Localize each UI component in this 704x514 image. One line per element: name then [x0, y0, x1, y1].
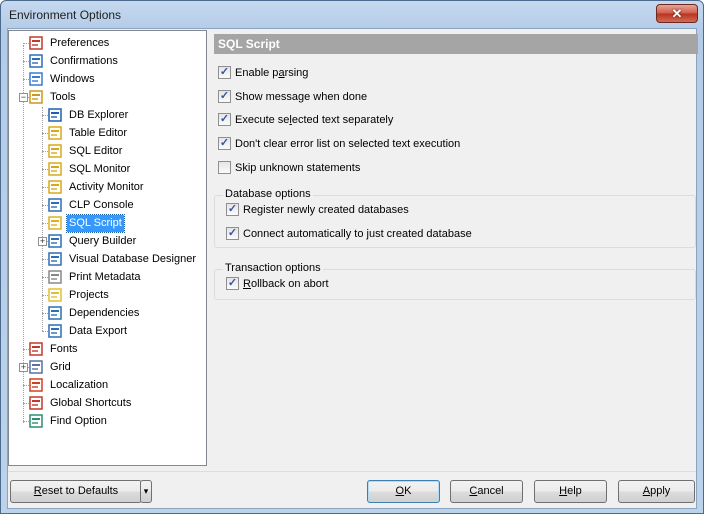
- panel-title: SQL Script: [214, 34, 698, 54]
- option-label: Execute selected text separately: [235, 114, 394, 127]
- option-checkbox[interactable]: ✓: [218, 89, 231, 103]
- database-options-title: Database options: [223, 188, 313, 200]
- help-button[interactable]: Help: [534, 480, 607, 503]
- tree-item-label: DB Explorer: [69, 109, 129, 121]
- preferences-icon: [28, 35, 44, 51]
- confirmations-icon: [28, 53, 44, 69]
- projects-folder-icon: [47, 287, 63, 303]
- option-label: Show message when done: [235, 90, 368, 103]
- option-checkbox[interactable]: ✓: [218, 66, 231, 79]
- query-builder-expand-toggle[interactable]: +: [38, 237, 47, 246]
- database-option-label: Connect automatically to just created da…: [243, 228, 472, 240]
- db-explorer-icon: [47, 107, 63, 123]
- table-editor-icon: [47, 125, 63, 141]
- sql-script-icon: [47, 215, 63, 231]
- rollback-on-abort-label: Rollback on abort: [243, 278, 329, 290]
- activity-monitor-icon: [47, 179, 63, 195]
- tree-item-label: Data Export: [69, 325, 128, 337]
- footer-divider: [8, 471, 696, 472]
- tools-icon: [28, 89, 44, 105]
- close-button[interactable]: ✕: [656, 4, 698, 23]
- environment-options-window: Environment Options ✕ Preferences Confirm…: [0, 0, 704, 514]
- tree-item-label: SQL Editor: [69, 145, 123, 157]
- tree-item-label: Global Shortcuts: [50, 397, 132, 409]
- close-icon: ✕: [671, 6, 683, 21]
- tree-item-label: Visual Database Designer: [69, 253, 196, 265]
- tree-item-label: Tools: [50, 91, 76, 103]
- option-label: Enable parsing: [235, 67, 309, 79]
- data-export-icon: [47, 323, 63, 339]
- option-label: Skip unknown statements: [235, 161, 361, 174]
- window-title: Environment Options: [9, 8, 122, 22]
- grid-expand-toggle[interactable]: +: [19, 363, 28, 372]
- tree-item-label: Find Option: [50, 415, 107, 427]
- tree-item-label: Windows: [50, 73, 95, 85]
- option-label: Don't clear error list on selected text …: [235, 138, 461, 151]
- tree-item-label: Localization: [50, 379, 109, 391]
- tree-item-label: Grid: [50, 361, 71, 373]
- tree-item-label: Activity Monitor: [69, 181, 144, 193]
- database-option-checkbox[interactable]: ✓: [226, 203, 239, 216]
- tree-line: [42, 107, 43, 331]
- localization-icon: [28, 377, 44, 393]
- tree-item-label: Fonts: [50, 343, 78, 355]
- grid-icon: [28, 359, 44, 375]
- sql-monitor-icon: [47, 161, 63, 177]
- tree-item-label: Dependencies: [69, 307, 140, 319]
- visual-database-designer-icon: [47, 251, 63, 267]
- cancel-button[interactable]: Cancel: [450, 480, 523, 503]
- tree-item-label: CLP Console: [69, 199, 134, 211]
- reset-to-defaults-button[interactable]: Reset to Defaults: [10, 480, 142, 503]
- fonts-icon: [28, 341, 44, 357]
- rollback-on-abort-checkbox[interactable]: ✓: [226, 277, 239, 290]
- transaction-options-title: Transaction options: [223, 262, 323, 274]
- reset-dropdown-button[interactable]: ▾: [140, 480, 152, 503]
- title-bar[interactable]: Environment Options ✕: [1, 1, 703, 29]
- option-checkbox[interactable]: ✓: [218, 137, 231, 151]
- database-option-checkbox[interactable]: ✓: [226, 227, 239, 240]
- database-option-label: Register newly created databases: [243, 204, 409, 216]
- find-option-icon: [28, 413, 44, 429]
- chevron-down-icon: ▾: [143, 486, 149, 496]
- dialog-client-area: Preferences Confirmations Windows Tools DB E…: [7, 28, 698, 509]
- tree-item-label: Print Metadata: [69, 271, 141, 283]
- option-checkbox[interactable]: ✓: [218, 113, 231, 127]
- tree-item-label: Confirmations: [50, 55, 118, 67]
- tree-item-label: Query Builder: [69, 235, 137, 247]
- clp-console-icon: [47, 197, 63, 213]
- option-checkbox[interactable]: [218, 160, 231, 174]
- apply-button[interactable]: Apply: [618, 480, 695, 503]
- global-shortcuts-icon: [28, 395, 44, 411]
- tree-item-label: Preferences: [50, 37, 110, 49]
- tree-item-label: SQL Monitor: [69, 163, 131, 175]
- tools-collapse-toggle[interactable]: −: [19, 93, 28, 102]
- dependencies-icon: [47, 305, 63, 321]
- printer-icon: [47, 269, 63, 285]
- options-tree[interactable]: Preferences Confirmations Windows Tools DB E…: [8, 30, 207, 466]
- ok-button[interactable]: OK: [367, 480, 440, 503]
- tree-item-label: SQL Script: [66, 214, 125, 233]
- sql-editor-icon: [47, 143, 63, 159]
- tree-item-label: Projects: [69, 289, 109, 301]
- windows-icon: [28, 71, 44, 87]
- query-builder-icon: [47, 233, 63, 249]
- tree-item-label: Table Editor: [69, 127, 128, 139]
